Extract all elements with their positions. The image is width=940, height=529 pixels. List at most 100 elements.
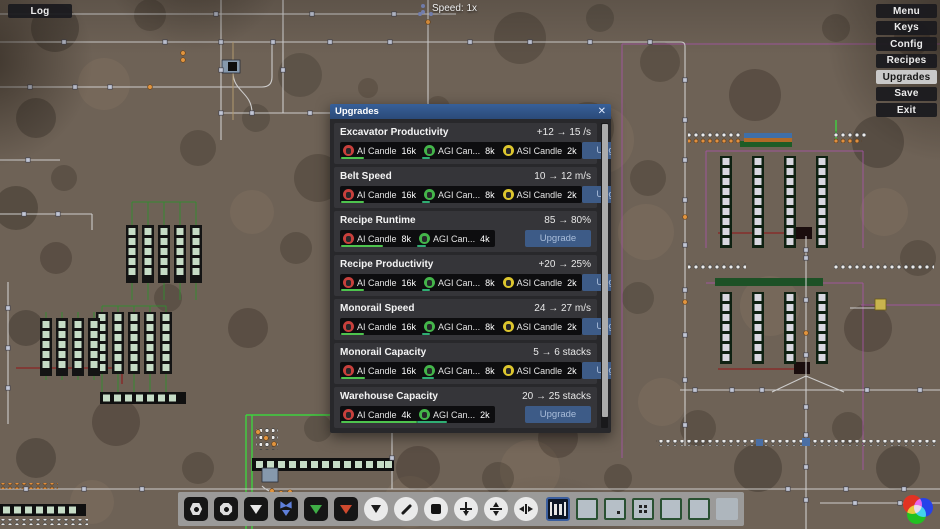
build-toolbar: [178, 492, 744, 526]
asi-candle-icon: [503, 189, 514, 200]
agi-candle-icon: [424, 365, 435, 376]
agi-candle-icon: [424, 189, 435, 200]
upgrade-row: Warehouse Capacity20 → 25 stacks AI Cand…: [334, 387, 597, 428]
cost-item: AGI Can...2k: [416, 406, 495, 423]
cost-item: AI Candle16k: [340, 142, 421, 159]
circle-triangle-icon[interactable]: [364, 497, 388, 521]
ai-candle-icon: [343, 277, 354, 288]
cost-item: AGI Can...8k: [421, 274, 500, 291]
upgrade-row: Recipe Productivity +20 → 25% AI Candle16…: [334, 255, 597, 296]
octagon-node-icon[interactable]: [214, 497, 238, 521]
upgrade-name: Recipe Productivity: [340, 259, 433, 270]
cost-progress: [417, 421, 447, 423]
cost-item: AGI Can...8k: [421, 318, 500, 335]
cost-progress: [341, 289, 364, 291]
cost-bar: AI Candle16k AGI Can...8k ASI Candle2k: [340, 318, 582, 335]
cost-item: ASI Candle2k: [500, 318, 582, 335]
dialog-scrollbar[interactable]: [601, 123, 608, 428]
cost-progress: [422, 201, 430, 203]
scrollbar-thumb[interactable]: [602, 124, 608, 417]
upgrade-name: Belt Speed: [340, 171, 392, 182]
menu-button[interactable]: Menu: [876, 4, 937, 18]
cost-bar: AI Candle16k AGI Can...8k ASI Candle2k: [340, 362, 582, 379]
upgrade-name: Excavator Productivity: [340, 127, 448, 138]
dialog-title: Upgrades: [335, 106, 379, 117]
cost-item: AI Candle16k: [340, 186, 421, 203]
agi-candle-icon: [424, 277, 435, 288]
blank-tile-icon[interactable]: [716, 498, 738, 520]
splitter-down-icon[interactable]: [454, 497, 478, 521]
circle-square-icon[interactable]: [424, 497, 448, 521]
rgb-logo[interactable]: [901, 492, 937, 526]
menu-column: Menu Keys Config Recipes Upgrades Save E…: [876, 4, 937, 117]
upgrade-row: Monorail Speed 24 → 27 m/s AI Candle16k A…: [334, 299, 597, 340]
cost-progress: [341, 245, 383, 247]
cost-item: ASI Candle2k: [500, 362, 582, 379]
game-screen: Log Speed: 1x Menu Keys Config Recipes U…: [0, 0, 940, 529]
ai-candle-icon: [343, 189, 354, 200]
log-button[interactable]: Log: [8, 4, 72, 18]
splitter-horizontal-icon[interactable]: [514, 497, 538, 521]
cost-item: AI Candle16k: [340, 274, 421, 291]
cost-progress: [422, 157, 430, 159]
splitter-updown-icon[interactable]: [484, 497, 508, 521]
asi-candle-icon: [503, 277, 514, 288]
cost-progress: [341, 201, 364, 203]
agi-candle-icon: [419, 233, 430, 244]
exit-button[interactable]: Exit: [876, 103, 937, 117]
ai-candle-icon: [343, 321, 354, 332]
agi-candle-icon: [424, 145, 435, 156]
upgrades-button[interactable]: Upgrades: [876, 70, 937, 84]
upgrade-value: 24 → 27 m/s: [534, 303, 591, 314]
save-button[interactable]: Save: [876, 87, 937, 101]
upgrade-value: +20 → 25%: [538, 259, 591, 270]
ai-candle-icon: [343, 409, 354, 420]
red-triangle-icon[interactable]: [334, 497, 358, 521]
blue-triangle-trio-icon[interactable]: [274, 497, 298, 521]
cost-progress: [417, 245, 426, 247]
upgrade-value: +12 → 15 /s: [537, 127, 591, 138]
asi-candle-icon: [503, 321, 514, 332]
hexagon-node-icon[interactable]: [184, 497, 208, 521]
warehouse-tile2-icon[interactable]: [660, 498, 682, 520]
upgrade-button[interactable]: Upgrade: [525, 406, 591, 423]
cost-bar: AI Candle16k AGI Can...8k ASI Candle2k: [340, 274, 582, 291]
cost-item: AGI Can...8k: [421, 186, 500, 203]
recipes-button[interactable]: Recipes: [876, 54, 937, 68]
warehouse-tile3-icon[interactable]: [688, 498, 710, 520]
agi-candle-icon: [424, 321, 435, 332]
upgrade-value: 10 → 12 m/s: [534, 171, 591, 182]
config-button[interactable]: Config: [876, 37, 937, 51]
white-triangle-icon[interactable]: [244, 497, 268, 521]
green-triangle-icon[interactable]: [304, 497, 328, 521]
upgrade-name: Recipe Runtime: [340, 215, 416, 226]
upgrade-row: Monorail Capacity5 → 6 stacks AI Candle1…: [334, 343, 597, 384]
upgrade-row: Excavator Productivity +12 → 15 /s AI Can…: [334, 123, 597, 164]
upgrade-row: Recipe Runtime85 → 80% AI Candle8k AGI C…: [334, 211, 597, 252]
close-icon[interactable]: ✕: [598, 107, 606, 117]
warehouse-tile-icon[interactable]: [576, 498, 598, 520]
agi-candle-icon: [419, 409, 430, 420]
upgrade-value: 85 → 80%: [544, 215, 591, 226]
cost-item: ASI Candle2k: [500, 142, 582, 159]
cost-progress: [341, 421, 417, 423]
cost-bar: AI Candle16k AGI Can...8k ASI Candle2k: [340, 186, 582, 203]
ai-candle-icon: [343, 365, 354, 376]
ai-candle-icon: [343, 145, 354, 156]
cost-item: AI Candle8k: [340, 230, 416, 247]
monorail-station-icon[interactable]: [546, 497, 570, 521]
upgrade-value: 5 → 6 stacks: [533, 347, 591, 358]
warehouse-tile-dot-icon[interactable]: [604, 498, 626, 520]
cost-progress: [341, 377, 365, 379]
cost-bar: AI Candle4k AGI Can...2k: [340, 406, 495, 423]
upgrade-button[interactable]: Upgrade: [525, 230, 591, 247]
warehouse-tile-grid-icon[interactable]: [632, 498, 654, 520]
cost-progress: [341, 157, 364, 159]
dialog-body: Excavator Productivity +12 → 15 /s AI Can…: [330, 119, 611, 433]
upgrades-dialog: Upgrades ✕ Excavator Productivity +12 → 1…: [330, 104, 611, 433]
circle-slash-icon[interactable]: [394, 497, 418, 521]
asi-candle-icon: [503, 365, 514, 376]
keys-button[interactable]: Keys: [876, 21, 937, 35]
upgrade-name: Monorail Speed: [340, 303, 414, 314]
dialog-titlebar[interactable]: Upgrades ✕: [330, 104, 611, 119]
